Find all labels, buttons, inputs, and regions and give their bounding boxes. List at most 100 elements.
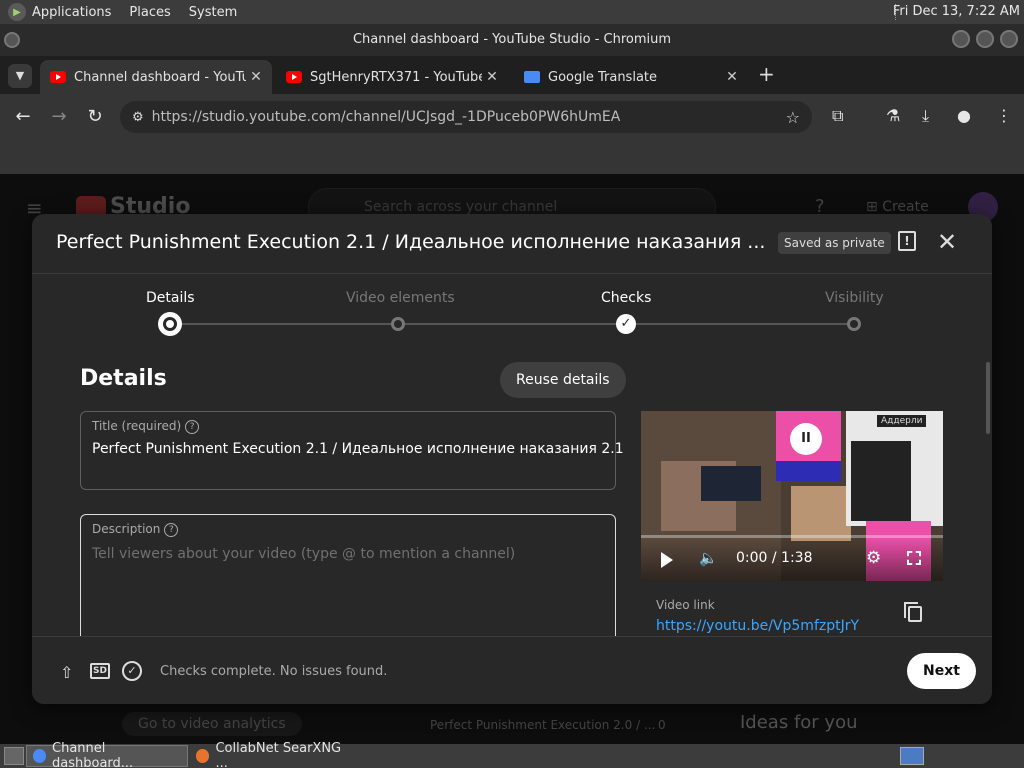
tab-sgthenry[interactable]: SgtHenryRTX371 - YouTube ✕ xyxy=(276,60,508,94)
menu-system[interactable]: System xyxy=(189,5,237,20)
menu-applications[interactable]: Applications xyxy=(32,5,111,20)
window-titlebar: Channel dashboard - YouTube Studio - Chr… xyxy=(0,24,1024,56)
tab-title: SgtHenryRTX371 - YouTube xyxy=(310,69,482,85)
step-pending-icon[interactable] xyxy=(391,317,405,331)
description-field-label: Description? xyxy=(92,522,179,537)
browser-toolbar: ← → ↻ ⚙ https://studio.youtube.com/chann… xyxy=(0,94,1024,140)
tab-close-icon[interactable]: ✕ xyxy=(482,69,502,85)
window-menu-button[interactable] xyxy=(4,32,20,48)
bookmark-bar xyxy=(0,140,1024,174)
step-checks[interactable]: Checks xyxy=(601,290,651,306)
menu-places[interactable]: Places xyxy=(129,5,170,20)
copy-icon[interactable] xyxy=(904,602,922,622)
site-info-icon[interactable]: ⚙ xyxy=(132,110,144,125)
upload-icon[interactable]: ⇧ xyxy=(60,663,73,682)
taskbar-item-label: CollabNet SearXNG ... xyxy=(215,741,342,768)
video-link-label: Video link xyxy=(656,598,715,612)
title-field[interactable]: Title (required)? Perfect Punishment Exe… xyxy=(80,411,624,490)
step-visibility[interactable]: Visibility xyxy=(825,290,884,306)
dialog-header: Perfect Punishment Execution 2.1 / Идеал… xyxy=(32,214,992,274)
video-frame xyxy=(791,486,851,541)
bookmark-star-icon[interactable]: ☆ xyxy=(786,108,800,127)
next-button[interactable]: Next xyxy=(907,653,976,689)
window-close-button[interactable] xyxy=(1000,30,1018,48)
taskbar-item-firefox[interactable]: CollabNet SearXNG ... xyxy=(190,741,358,768)
fullscreen-icon[interactable] xyxy=(907,551,921,565)
workspace-switcher-icon[interactable] xyxy=(900,747,924,765)
close-icon[interactable]: ✕ xyxy=(937,228,957,256)
google-translate-favicon-icon xyxy=(524,71,540,83)
video-preview[interactable]: II Аддерли 🔈 0:00 / 1:38 ⚙ xyxy=(641,411,943,581)
reload-icon[interactable]: ↻ xyxy=(84,106,106,128)
stepper-track xyxy=(170,323,854,325)
title-label-text: Title (required) xyxy=(92,419,182,433)
pause-icon: II xyxy=(790,423,822,455)
help-icon[interactable]: ? xyxy=(164,522,179,537)
settings-gear-icon[interactable]: ⚙ xyxy=(866,548,881,568)
address-bar[interactable]: ⚙ https://studio.youtube.com/channel/UCJ… xyxy=(120,101,812,133)
description-field[interactable]: Description? Tell viewers about your vid… xyxy=(80,514,616,654)
clock[interactable]: Fri Dec 13, 7:22 AM xyxy=(893,4,1020,19)
description-label-text: Description xyxy=(92,522,161,536)
video-controls: 🔈 0:00 / 1:38 ⚙ xyxy=(641,538,943,581)
profile-icon[interactable]: ● xyxy=(957,106,971,125)
forward-icon[interactable]: → xyxy=(48,106,70,128)
os-logo-icon[interactable]: ▶ xyxy=(8,3,26,21)
tab-search-button[interactable]: ▼ xyxy=(8,64,32,88)
chromium-icon xyxy=(33,749,47,763)
title-field-label: Title (required)? xyxy=(92,419,200,434)
url-text: https://studio.youtube.com/channel/UCJsg… xyxy=(151,109,621,125)
new-tab-icon[interactable]: + xyxy=(758,62,775,86)
extensions-icon[interactable]: ⧉ xyxy=(832,106,843,126)
tab-title: Channel dashboard - YouTube Studio xyxy=(74,69,246,85)
labs-flask-icon[interactable]: ⚗ xyxy=(886,106,900,125)
video-time: 0:00 / 1:38 xyxy=(736,550,813,566)
feedback-icon[interactable]: ! xyxy=(898,231,916,251)
youtube-favicon-icon xyxy=(286,71,302,83)
saved-status-badge: Saved as private xyxy=(778,232,891,254)
volume-icon[interactable]: 🔈 xyxy=(699,549,718,567)
back-icon[interactable]: ← xyxy=(12,106,34,128)
upload-details-dialog: Perfect Punishment Execution 2.1 / Идеал… xyxy=(32,214,992,704)
tab-google-translate[interactable]: Google Translate ✕ xyxy=(514,60,748,94)
checks-status-text: Checks complete. No issues found. xyxy=(160,664,388,679)
firefox-icon xyxy=(196,749,210,763)
step-current-icon[interactable] xyxy=(158,312,182,336)
video-link-url[interactable]: https://youtu.be/Vp5mfzptJrY xyxy=(656,618,859,634)
checks-complete-icon[interactable]: ✓ xyxy=(122,661,142,681)
maximize-button[interactable] xyxy=(976,30,994,48)
scrollbar[interactable] xyxy=(986,362,990,434)
tab-channel-dashboard[interactable]: Channel dashboard - YouTube Studio ✕ xyxy=(40,60,272,94)
menu-kebab-icon[interactable]: ⋮ xyxy=(996,106,1012,125)
os-top-panel: ▶ Applications Places System Fri Dec 13,… xyxy=(0,0,1024,24)
details-heading: Details xyxy=(80,366,167,391)
title-input[interactable]: Perfect Punishment Execution 2.1 / Идеал… xyxy=(92,441,624,457)
show-desktop-icon[interactable] xyxy=(4,747,24,765)
help-icon[interactable]: ? xyxy=(185,419,200,434)
os-taskbar: Channel dashboard... CollabNet SearXNG .… xyxy=(0,741,1024,768)
download-icon[interactable]: ⤓ xyxy=(922,106,929,126)
tab-strip: ▼ Channel dashboard - YouTube Studio ✕ S… xyxy=(0,56,1024,94)
video-overlay-tag: Аддерли xyxy=(877,415,927,427)
step-video-elements[interactable]: Video elements xyxy=(346,290,455,306)
dialog-footer: ⇧ SD ✓ Checks complete. No issues found.… xyxy=(32,636,992,704)
taskbar-item-chromium[interactable]: Channel dashboard... xyxy=(26,741,188,768)
step-pending-icon[interactable] xyxy=(847,317,861,331)
dialog-title: Perfect Punishment Execution 2.1 / Идеал… xyxy=(56,231,766,253)
reuse-details-button[interactable]: Reuse details xyxy=(500,362,626,398)
video-frame xyxy=(776,461,841,481)
minimize-button[interactable] xyxy=(952,30,970,48)
step-done-check-icon[interactable]: ✓ xyxy=(616,314,636,334)
video-frame xyxy=(851,441,911,521)
tab-close-icon[interactable]: ✕ xyxy=(246,69,266,85)
play-icon[interactable] xyxy=(661,552,673,568)
taskbar-item-label: Channel dashboard... xyxy=(52,741,134,768)
description-input[interactable]: Tell viewers about your video (type @ to… xyxy=(92,546,515,562)
step-details[interactable]: Details xyxy=(146,290,195,306)
tab-close-icon[interactable]: ✕ xyxy=(722,69,742,85)
youtube-favicon-icon xyxy=(50,71,66,83)
sd-quality-icon[interactable]: SD xyxy=(90,663,110,679)
tab-title: Google Translate xyxy=(548,69,658,85)
window-title: Channel dashboard - YouTube Studio - Chr… xyxy=(352,32,672,47)
video-frame xyxy=(701,466,761,501)
